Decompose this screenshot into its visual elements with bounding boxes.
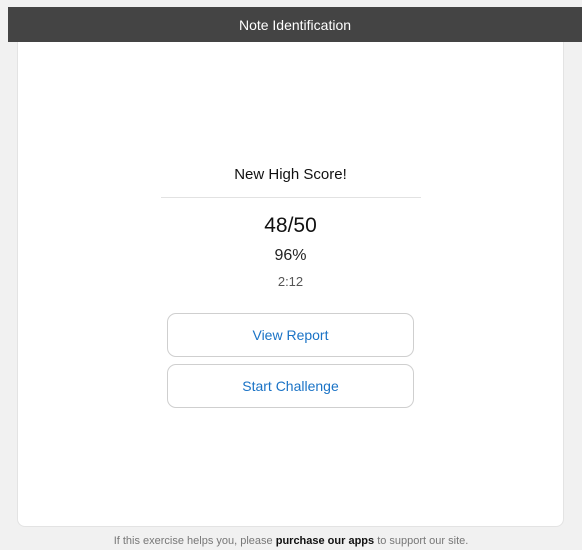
footer-suffix: to support our site.	[374, 535, 469, 547]
title-bar: Note Identification	[8, 7, 582, 42]
divider	[161, 197, 421, 198]
page-title: Note Identification	[238, 16, 352, 33]
score-value: 48/50	[264, 214, 317, 237]
footer-prefix: If this exercise helps you, please	[113, 535, 276, 547]
high-score-heading: New High Score!	[234, 166, 347, 183]
start-challenge-button[interactable]: Start Challenge	[167, 364, 414, 408]
percent-value: 96%	[274, 247, 307, 264]
footer-note: If this exercise helps you, please purch…	[0, 535, 582, 547]
time-value: 2:12	[277, 274, 304, 289]
view-report-button[interactable]: View Report	[167, 313, 414, 357]
purchase-apps-link[interactable]: purchase our apps	[276, 535, 374, 547]
results-card: New High Score! 48/50 96% 2:12 View Repo…	[17, 42, 564, 527]
